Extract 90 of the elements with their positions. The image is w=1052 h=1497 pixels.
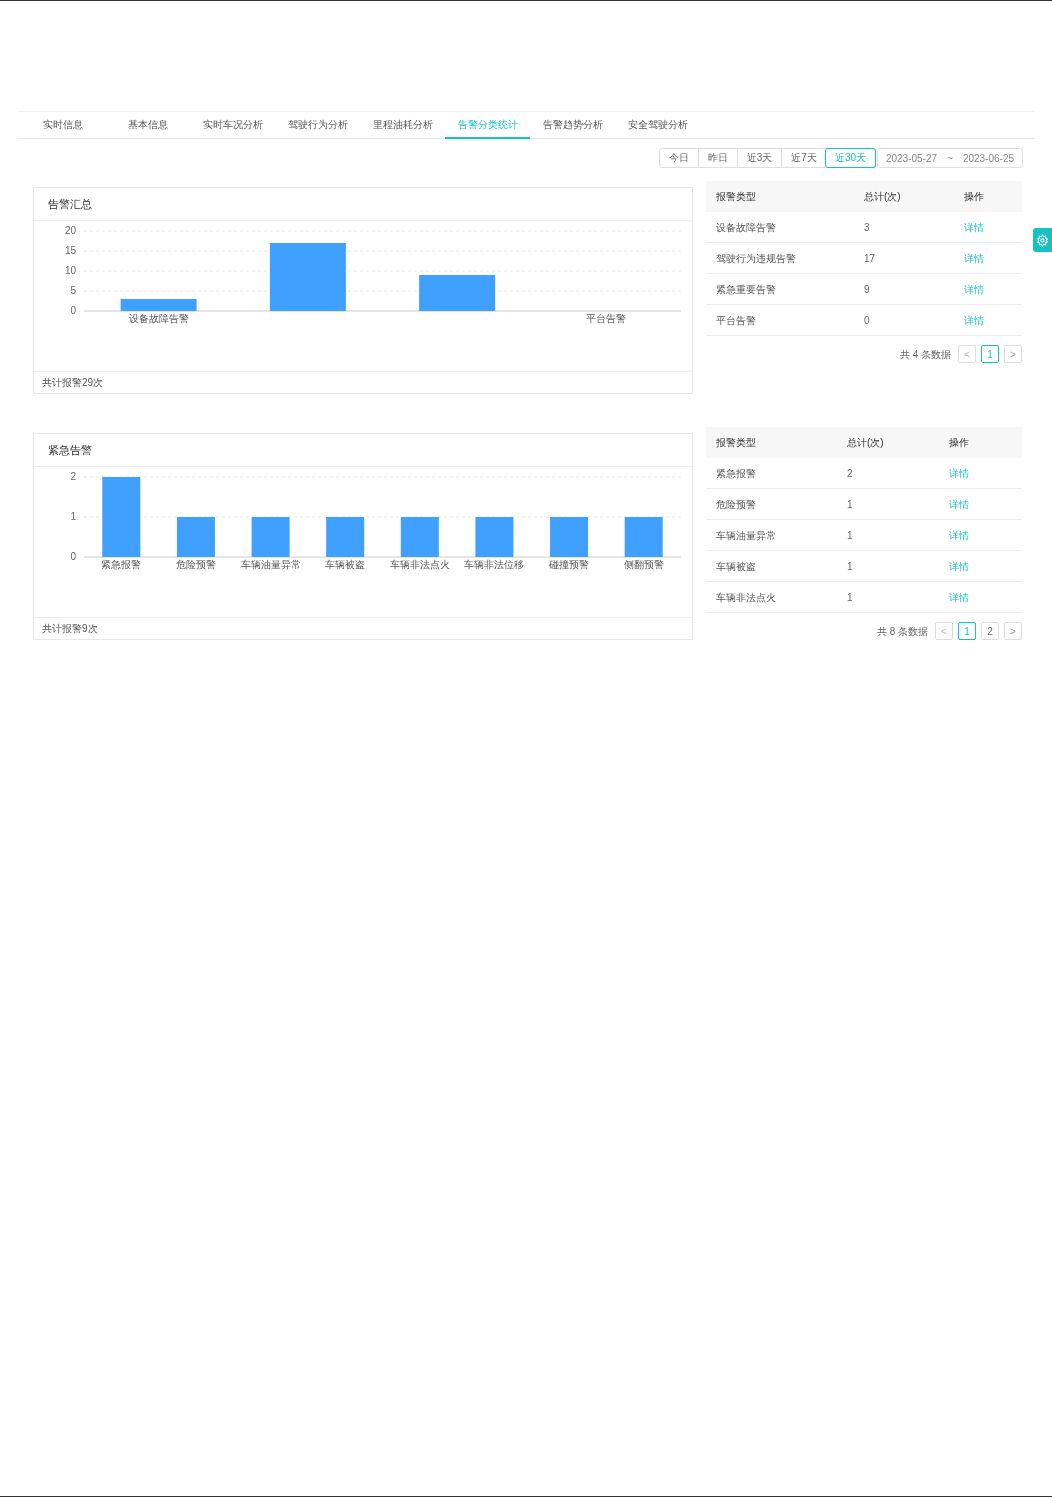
axis-tick-label: 2 bbox=[70, 471, 76, 482]
chart-footer: 共计报警29次 bbox=[34, 371, 692, 393]
table-cell-text: 1 bbox=[847, 528, 854, 543]
bar bbox=[326, 517, 365, 557]
tab[interactable]: 驾驶行为分析 bbox=[275, 112, 360, 139]
category-label: 平台告警 bbox=[586, 313, 627, 324]
details-link[interactable]: 详情 bbox=[964, 312, 1022, 328]
column-header: 报警类型 bbox=[715, 190, 757, 204]
pagination-total: 共 4 条数据 bbox=[899, 347, 951, 362]
pagination-total: 共 8 条数据 bbox=[876, 624, 928, 639]
card-title: 紧急告警 bbox=[34, 434, 692, 467]
column-header: 操作 bbox=[949, 436, 970, 450]
previous-page-button[interactable]: < bbox=[958, 345, 976, 363]
tab[interactable]: 基本信息 bbox=[105, 112, 190, 139]
tab[interactable]: 实时车况分析 bbox=[190, 112, 275, 139]
end-date: 2023-06-25 bbox=[962, 151, 1015, 166]
settings-button[interactable] bbox=[1033, 228, 1052, 252]
bar bbox=[251, 517, 290, 557]
page-button[interactable]: 2 bbox=[981, 622, 999, 640]
table-cell-text: 设备故障告警 bbox=[715, 220, 777, 235]
table-cell-text: 危险预警 bbox=[715, 497, 757, 512]
date-range-tab[interactable]: 近30天 bbox=[825, 149, 875, 167]
axis-tick-label: 0 bbox=[70, 551, 76, 562]
table-cell-text: 平台告警 bbox=[715, 313, 757, 328]
details-link[interactable]: 详情 bbox=[964, 281, 1022, 297]
next-page-button[interactable]: > bbox=[1004, 622, 1022, 640]
page-button[interactable]: 1 bbox=[981, 345, 999, 363]
start-date: 2023-05-27 bbox=[885, 151, 938, 166]
page-button[interactable]: 1 bbox=[958, 622, 976, 640]
axis-tick-label: 20 bbox=[64, 225, 76, 236]
bar bbox=[176, 517, 215, 557]
table-cell-text: 1 bbox=[847, 497, 854, 512]
date-range-tab[interactable]: 近7天 bbox=[781, 149, 826, 167]
card-title: 告警汇总 bbox=[34, 188, 692, 221]
details-link[interactable]: 详情 bbox=[949, 496, 1022, 512]
details-link[interactable]: 详情 bbox=[949, 589, 1022, 605]
date-range-tab[interactable]: 昨日 bbox=[697, 149, 737, 167]
axis-tick-label: 1 bbox=[70, 511, 76, 522]
next-page-button[interactable]: > bbox=[1004, 345, 1022, 363]
category-label: 紧急报警 bbox=[101, 559, 142, 570]
table-cell-text: 17 bbox=[864, 251, 877, 266]
details-link[interactable]: 详情 bbox=[964, 250, 1022, 266]
column-header: 总计(次) bbox=[847, 436, 885, 450]
tab[interactable]: 告警趋势分析 bbox=[530, 112, 615, 139]
table-cell-text: 紧急重要告警 bbox=[715, 282, 777, 297]
table-cell-text: 车辆油量异常 bbox=[715, 528, 777, 543]
table-cell-text: 车辆被盗 bbox=[715, 559, 757, 574]
table-cell-text: 车辆非法点火 bbox=[715, 590, 777, 605]
details-link[interactable]: 详情 bbox=[949, 527, 1022, 543]
axis-tick-label: 10 bbox=[64, 265, 76, 276]
axis-tick-label: 15 bbox=[64, 245, 76, 256]
category-label: 车辆油量异常 bbox=[240, 559, 301, 570]
date-range-tab[interactable]: 近3天 bbox=[736, 149, 782, 167]
details-link[interactable]: 详情 bbox=[949, 465, 1022, 481]
table-cell-text: 9 bbox=[864, 282, 871, 297]
table-cell-text: 1 bbox=[847, 590, 854, 605]
bar bbox=[550, 517, 589, 557]
category-label: 危险预警 bbox=[175, 559, 216, 570]
tab[interactable]: 告警分类统计 bbox=[445, 112, 530, 139]
axis-tick-label: 5 bbox=[70, 285, 76, 296]
previous-page-button[interactable]: < bbox=[935, 622, 953, 640]
category-label: 车辆非法位移 bbox=[464, 559, 525, 570]
table-cell-text: 驾驶行为违规告警 bbox=[715, 251, 797, 266]
bar bbox=[624, 517, 663, 557]
table-cell-text: 2 bbox=[847, 466, 854, 481]
details-link[interactable]: 详情 bbox=[949, 558, 1022, 574]
settings-icon bbox=[1036, 233, 1049, 247]
date-range-field[interactable]: 2023-05-27 ~ 2023-06-25 bbox=[877, 148, 1023, 168]
chart-footer: 共计报警9次 bbox=[34, 617, 692, 639]
column-header: 总计(次) bbox=[864, 190, 902, 204]
column-header: 报警类型 bbox=[715, 436, 757, 450]
details-link[interactable]: 详情 bbox=[964, 219, 1022, 235]
bar bbox=[475, 517, 514, 557]
date-separator: ~ bbox=[947, 151, 953, 166]
table-cell-text: 3 bbox=[864, 220, 871, 235]
axis-tick-label: 0 bbox=[70, 305, 76, 316]
table-cell-text: 0 bbox=[864, 313, 871, 328]
tab[interactable]: 里程油耗分析 bbox=[360, 112, 445, 139]
tab[interactable]: 安全驾驶分析 bbox=[615, 112, 700, 139]
category-label: 设备故障告警 bbox=[128, 313, 189, 324]
category-label: 侧翻预警 bbox=[623, 559, 664, 570]
column-header: 操作 bbox=[964, 190, 985, 204]
date-range-tab[interactable]: 今日 bbox=[659, 149, 698, 167]
bar bbox=[400, 517, 439, 557]
category-label: 车辆非法点火 bbox=[389, 559, 450, 570]
table-cell-text: 紧急报警 bbox=[715, 466, 757, 481]
category-label: 车辆被盗 bbox=[325, 559, 366, 570]
tab[interactable]: 实时信息 bbox=[20, 112, 105, 139]
category-label: 碰撞预警 bbox=[549, 559, 590, 570]
table-cell-text: 1 bbox=[847, 559, 854, 574]
